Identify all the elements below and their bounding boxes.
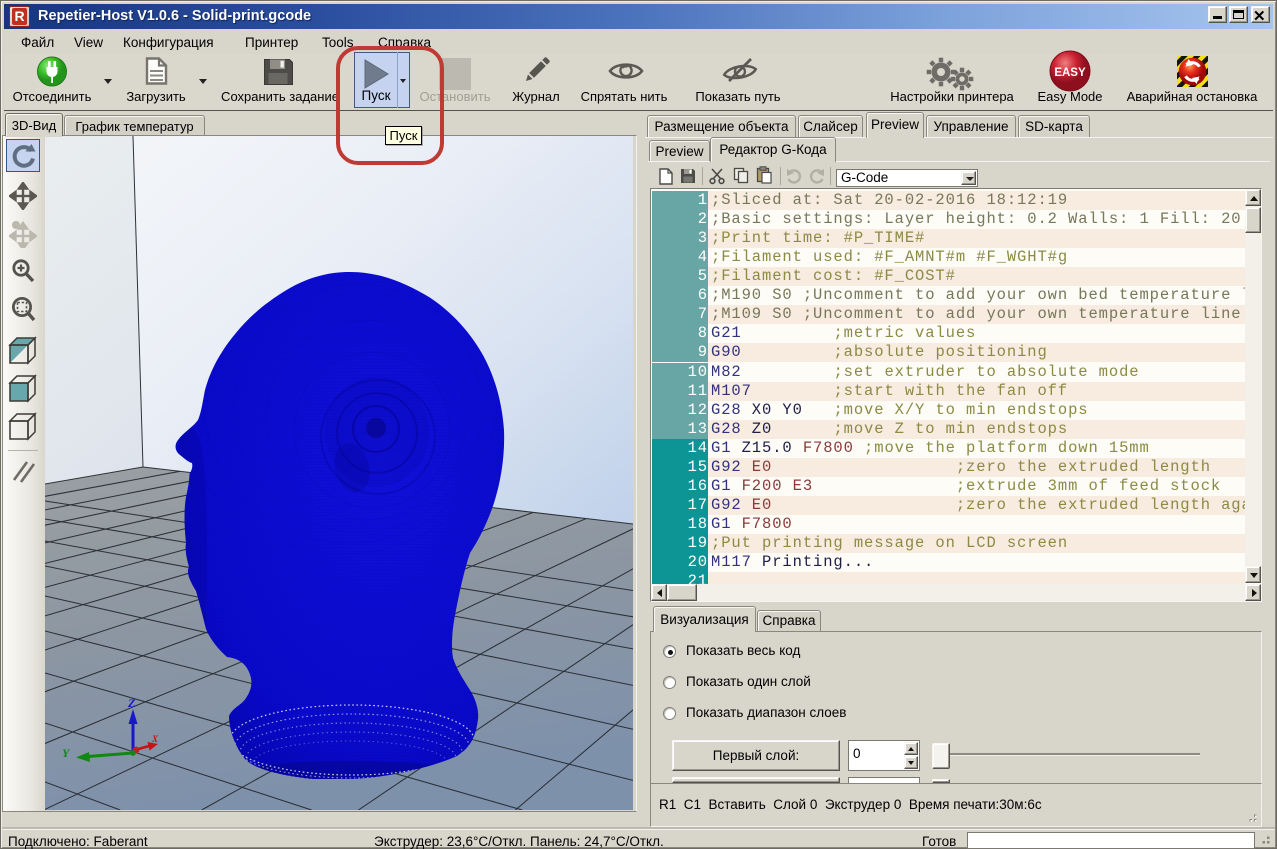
svg-text:Z: Z bbox=[127, 696, 136, 710]
svg-text:EASY: EASY bbox=[1054, 67, 1086, 79]
svg-text:X: X bbox=[151, 734, 159, 744]
